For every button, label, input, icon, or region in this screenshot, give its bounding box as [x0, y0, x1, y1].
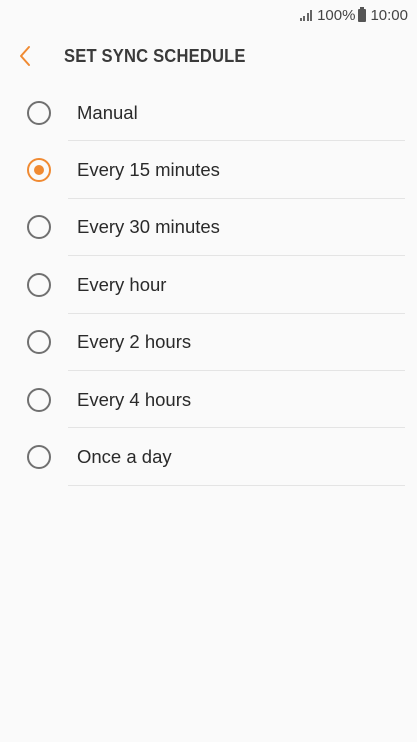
radio-button[interactable]: [27, 445, 51, 470]
radio-button[interactable]: [27, 272, 51, 297]
option-label: Every 30 minutes: [77, 216, 220, 238]
chevron-left-icon: [20, 46, 30, 66]
option-label: Every 4 hours: [77, 388, 192, 410]
page-title: SET SYNC SCHEDULE: [64, 45, 246, 66]
radio-button[interactable]: [27, 387, 51, 412]
option-label: Every 2 hours: [77, 331, 192, 353]
status-bar: 100% 10:00: [0, 0, 417, 30]
option-every-hour[interactable]: Every hour: [0, 256, 417, 314]
battery-icon: [358, 6, 367, 22]
option-manual[interactable]: Manual: [0, 84, 417, 142]
back-button[interactable]: [18, 30, 58, 82]
screen: 100% 10:00 SET SYNC SCHEDULE Manual Ever…: [0, 0, 417, 742]
option-every-30-minutes[interactable]: Every 30 minutes: [0, 199, 417, 257]
sync-schedule-options: Manual Every 15 minutes Every 30 minutes…: [0, 84, 417, 486]
option-every-4-hours[interactable]: Every 4 hours: [0, 371, 417, 429]
header: SET SYNC SCHEDULE: [0, 30, 417, 82]
radio-button[interactable]: [27, 100, 51, 125]
radio-button[interactable]: [27, 330, 51, 355]
option-every-15-minutes[interactable]: Every 15 minutes: [0, 141, 417, 199]
option-label: Manual: [77, 101, 138, 123]
clock: 10:00: [370, 6, 408, 24]
option-label: Once a day: [77, 446, 172, 468]
option-every-2-hours[interactable]: Every 2 hours: [0, 314, 417, 371]
radio-button[interactable]: [27, 215, 51, 240]
radio-button-selected[interactable]: [27, 158, 51, 183]
option-label: Every hour: [77, 273, 167, 295]
option-label: Every 15 minutes: [77, 159, 220, 181]
option-once-a-day[interactable]: Once a day: [0, 428, 417, 486]
divider: [68, 484, 405, 486]
signal-icon: [299, 9, 313, 21]
battery-percentage: 100%: [317, 6, 356, 24]
